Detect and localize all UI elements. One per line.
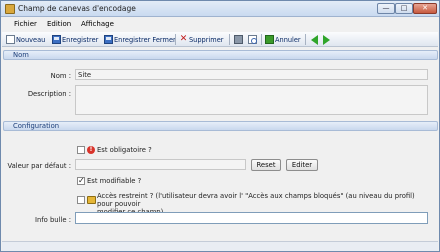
obligatoire-label: Est obligatoire ? [97,146,152,154]
nom-field[interactable]: Site [75,69,428,80]
new-button-label: Nouveau [16,35,46,44]
modifiable-label: Est modifiable ? [87,177,142,185]
save-close-button-label: Enregistrer Fermer [114,35,176,44]
undo-button-label: Annuler [275,35,301,44]
save-close-icon [104,35,113,44]
editer-button[interactable]: Editer [286,159,318,171]
toolbar: Nouveau Enregistrer Enregistrer Fermer ✕… [2,32,438,47]
modifiable-checkbox[interactable] [77,176,85,185]
forward-arrow-icon [323,34,330,45]
toolbar-separator [175,34,176,45]
minimize-button[interactable]: — [377,3,395,14]
menu-bar: Fichier Edition Affichage [1,18,439,31]
lock-icon [87,196,96,204]
description-field[interactable] [75,85,428,115]
print-preview-button[interactable] [248,34,257,45]
print-preview-icon [248,35,257,44]
save-button-label: Enregistrer [62,35,99,44]
back-arrow-icon [311,34,318,45]
delete-button[interactable]: ✕ Supprimer [179,34,224,45]
save-close-button[interactable]: Enregistrer Fermer [104,34,176,45]
description-label: Description : [27,90,71,98]
obligatoire-checkbox[interactable] [77,146,85,154]
new-button[interactable]: Nouveau [6,34,45,45]
required-warning-icon: ! [87,146,95,154]
delete-icon: ✕ [179,34,188,44]
menu-fichier[interactable]: Fichier [14,20,37,28]
close-button[interactable]: ✕ [413,3,437,14]
toolbar-separator [261,34,262,45]
acces-restreint-label-line1: Accès restreint ? (l'utilisateur devra a… [97,192,415,208]
menu-affichage[interactable]: Affichage [81,20,114,28]
section-nom-title: Nom [13,51,29,59]
save-icon [52,35,61,44]
info-bulle-field[interactable] [75,212,428,224]
section-configuration: Configuration [3,121,438,131]
app-icon [5,4,15,14]
window-title: Champ de canevas d'encodage [18,4,136,13]
print-button[interactable] [234,34,243,45]
forward-button[interactable] [323,34,330,45]
valeur-defaut-field[interactable] [75,159,246,170]
back-button[interactable] [311,34,318,45]
valeur-defaut-label: Valeur par défaut : [7,162,71,170]
encoding-field-window: Champ de canevas d'encodage — □ ✕ Fichie… [0,0,440,252]
new-doc-icon [6,35,15,44]
section-nom: Nom [3,50,438,60]
nom-label: Nom : [50,72,71,80]
menu-edition[interactable]: Edition [47,20,71,28]
undo-icon [265,35,274,44]
info-bulle-label: Info bulle : [34,216,71,224]
toolbar-separator [229,34,230,45]
toolbar-separator [305,34,306,45]
maximize-button[interactable]: □ [395,3,413,14]
delete-button-label: Supprimer [189,35,224,44]
print-icon [234,35,243,44]
save-button[interactable]: Enregistrer [52,34,98,45]
undo-button[interactable]: Annuler [265,34,301,45]
acces-restreint-checkbox[interactable] [77,196,85,204]
status-bar [2,241,438,251]
title-bar[interactable]: Champ de canevas d'encodage — □ ✕ [1,1,439,17]
section-configuration-title: Configuration [13,122,60,130]
reset-button[interactable]: Reset [251,159,281,171]
